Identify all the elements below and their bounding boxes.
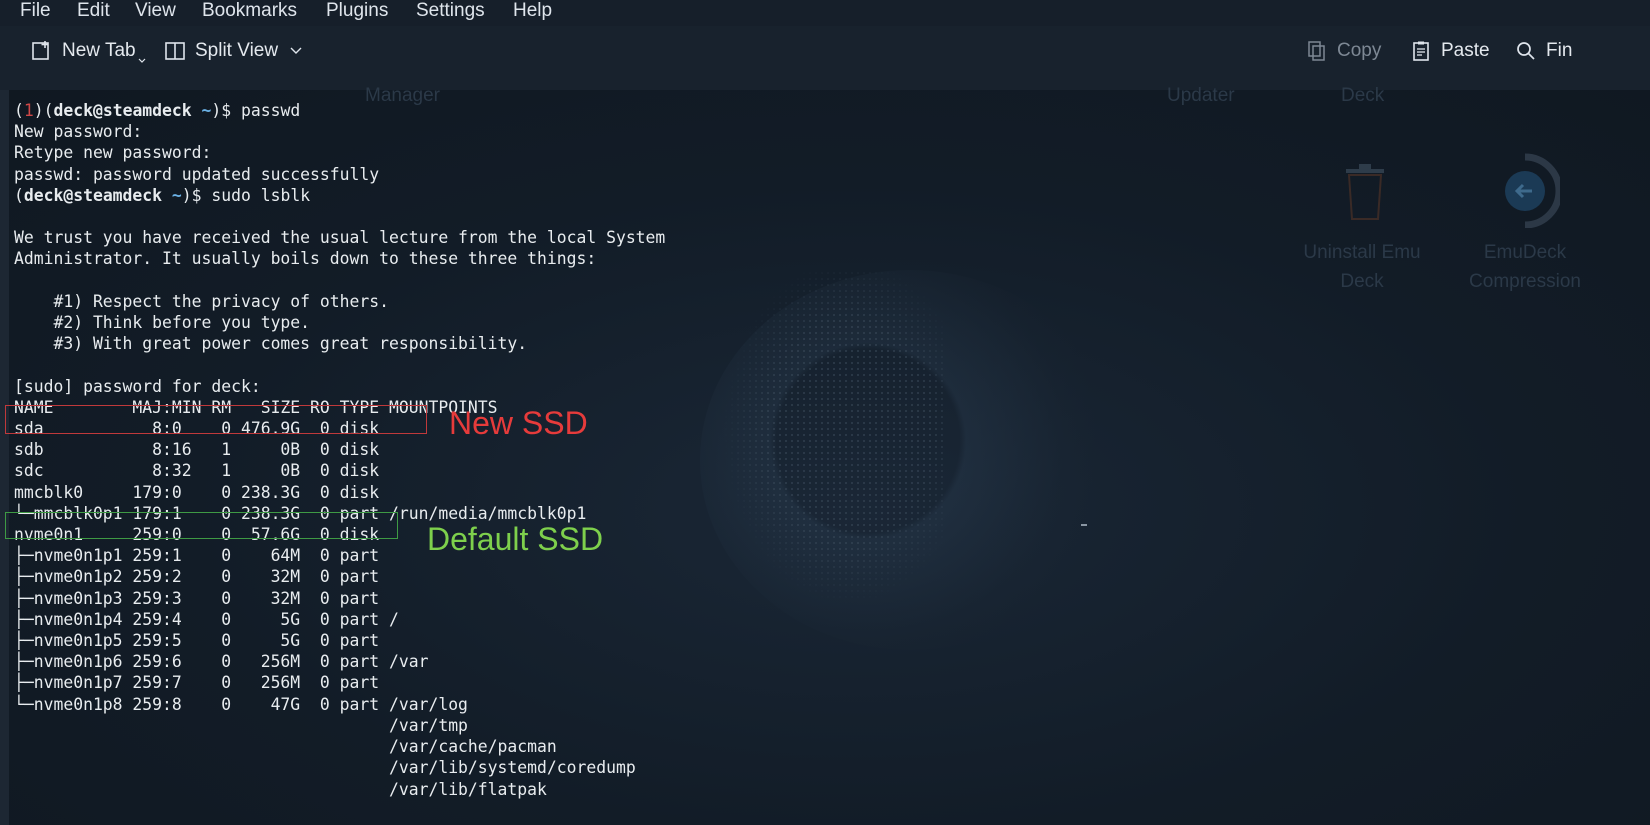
menu-help[interactable]: Help — [513, 0, 552, 22]
copy-icon — [1308, 41, 1325, 61]
split-view-button[interactable]: Split View — [163, 36, 312, 66]
lsblk-row: ├─nvme0n1p1 259:1 0 64M 0 part — [14, 546, 380, 566]
lecture-line: #2) Think before you type. — [14, 313, 311, 333]
paste-label: Paste — [1441, 40, 1490, 61]
output-line: New password: — [14, 122, 143, 142]
new-ssd-annotation: New SSD — [449, 405, 588, 441]
new-ssd-highlight-box — [5, 405, 427, 434]
command-2: sudo lsblk — [211, 185, 311, 205]
prompt-dir: ~ — [171, 185, 182, 205]
lsblk-row: ├─nvme0n1p2 259:2 0 32M 0 part — [14, 567, 380, 587]
lsblk-row: ├─nvme0n1p7 259:7 0 256M 0 part — [14, 673, 380, 693]
search-icon — [1517, 42, 1535, 60]
prompt-user-host: deck@steamdeck — [23, 185, 163, 205]
ghost-updater-label: Updater — [1167, 85, 1235, 106]
new-tab-button[interactable]: New Tab — [30, 36, 155, 66]
output-line: passwd: password updated successfully — [14, 164, 380, 184]
ghost-emudeck-label: EmuDeck Compression — [1455, 238, 1595, 296]
command-1: passwd — [241, 101, 301, 120]
paste-button[interactable]: Paste — [1409, 36, 1490, 66]
find-button[interactable]: Fin — [1514, 36, 1572, 66]
sudo-prompt-line: [sudo] password for deck: — [14, 376, 261, 396]
lecture-line: Administrator. It usually boils down to … — [14, 249, 597, 269]
menu-settings[interactable]: Settings — [416, 0, 485, 22]
default-ssd-highlight-box — [5, 512, 398, 539]
lsblk-row: sdb 8:16 1 0B 0 disk — [14, 440, 380, 460]
lsblk-row: ├─nvme0n1p3 259:3 0 32M 0 part — [14, 588, 380, 608]
menu-file[interactable]: File — [20, 0, 51, 22]
new-tab-label: New Tab — [62, 40, 136, 61]
paste-icon — [1413, 41, 1429, 61]
menu-bookmarks[interactable]: Bookmarks — [202, 0, 297, 22]
prompt-dir: ~ — [201, 101, 212, 120]
chevron-down-icon — [138, 58, 146, 63]
menu-edit[interactable]: Edit — [77, 0, 110, 22]
lecture-line: We trust you have received the usual lec… — [14, 228, 666, 248]
output-line: Retype new password: — [14, 143, 212, 163]
stray-mark — [1081, 524, 1087, 526]
lecture-line: #3) With great power comes great respons… — [14, 334, 528, 354]
split-view-label: Split View — [195, 40, 279, 61]
copy-label: Copy — [1337, 40, 1382, 61]
lsblk-mount-continuation: /var/lib/systemd/coredump — [14, 758, 636, 778]
default-ssd-annotation: Default SSD — [427, 521, 604, 557]
ghost-emudeck-line2: Compression — [1469, 271, 1581, 292]
copy-button[interactable]: Copy — [1305, 36, 1381, 66]
dot-pattern-background — [705, 270, 945, 630]
split-view-icon — [165, 42, 185, 60]
lsblk-mount-continuation: /var/tmp — [14, 715, 468, 735]
new-tab-icon — [32, 41, 49, 60]
terminal-output: (1)(deck@steamdeck ~)$ passwd New passwo… — [14, 100, 665, 800]
ghost-emudeck-line1: EmuDeck — [1483, 242, 1567, 263]
chevron-down-icon — [290, 47, 302, 54]
menu-bar: File Edit View Bookmarks Plugins Setting… — [0, 0, 1650, 26]
ghost-deck-label: Deck — [1341, 85, 1385, 106]
prompt-line-1: (1)(deck@steamdeck ~)$ passwd — [14, 101, 301, 120]
prompt-line-2: (deck@steamdeck ~)$ sudo lsblk — [14, 185, 311, 205]
lsblk-row: ├─nvme0n1p5 259:5 0 5G 0 part — [14, 631, 380, 651]
trash-icon — [1346, 164, 1384, 220]
menu-plugins[interactable]: Plugins — [326, 0, 388, 22]
emudeck-compression-icon — [1505, 153, 1560, 228]
lsblk-row: └─nvme0n1p8 259:8 0 47G 0 part /var/log — [14, 694, 468, 714]
ghost-uninstall-line2: Deck — [1340, 271, 1384, 292]
lecture-line: #1) Respect the privacy of others. — [14, 291, 389, 311]
terminal-left-margin — [0, 90, 9, 825]
prompt-user-host: deck@steamdeck — [53, 101, 192, 120]
exit-code: 1 — [23, 101, 34, 120]
find-label: Fin — [1546, 40, 1573, 61]
lsblk-row: ├─nvme0n1p6 259:6 0 256M 0 part /var — [14, 652, 429, 672]
lsblk-row: sdc 8:32 1 0B 0 disk — [14, 461, 380, 481]
lsblk-row: ├─nvme0n1p4 259:4 0 5G 0 part / — [14, 609, 399, 629]
lsblk-row: mmcblk0 179:0 0 238.3G 0 disk — [14, 482, 380, 502]
lsblk-mount-continuation: /var/cache/pacman — [14, 737, 557, 757]
ghost-uninstall-label: Uninstall Emu Deck — [1297, 238, 1427, 296]
lsblk-mount-continuation: /var/lib/flatpak — [14, 779, 547, 799]
ghost-uninstall-line1: Uninstall Emu — [1303, 242, 1421, 263]
menu-view[interactable]: View — [135, 0, 176, 22]
